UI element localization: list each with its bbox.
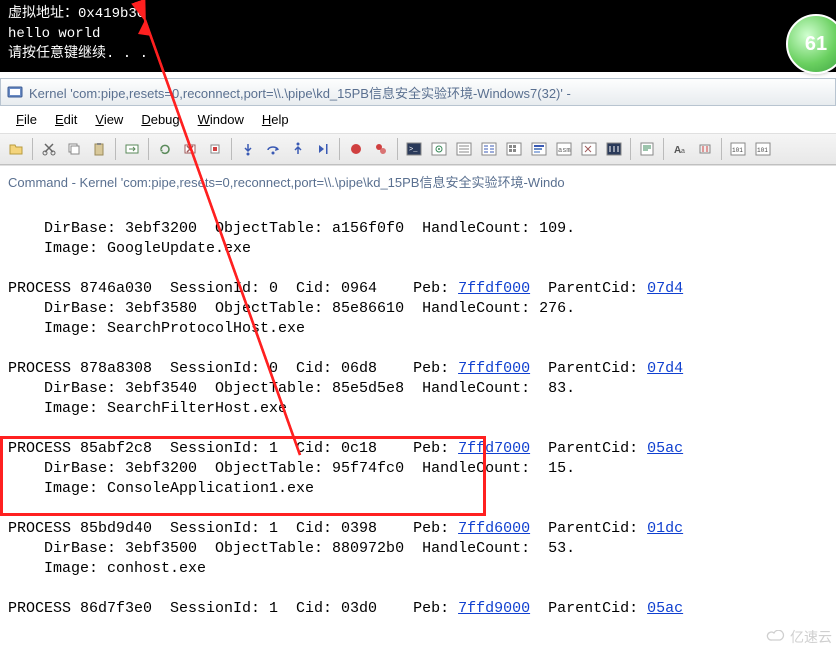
menu-edit[interactable]: Edit [47, 110, 85, 129]
out-line: Image: ConsoleApplication1.exe [8, 480, 314, 497]
binary2-icon[interactable]: 101 [751, 137, 775, 161]
parentcid-link[interactable]: 01dc [647, 520, 683, 537]
svg-text:a: a [681, 148, 685, 155]
toolbar-separator [721, 138, 722, 160]
break-icon[interactable] [203, 137, 227, 161]
copy-icon[interactable] [62, 137, 86, 161]
console-line: 请按任意键继续. . . [8, 44, 828, 64]
svg-text:101: 101 [757, 147, 768, 154]
out-line: DirBase: 3ebf3540 ObjectTable: 85e5d5e8 … [8, 380, 575, 397]
peb-link[interactable]: 7ffd9000 [458, 600, 530, 617]
toolbar-separator [663, 138, 664, 160]
menubar: File Edit View Debug Window Help [0, 106, 836, 134]
parentcid-link[interactable]: 05ac [647, 600, 683, 617]
out-line: DirBase: 3ebf3200 ObjectTable: a156f0f0 … [8, 220, 575, 237]
console-line: 虚拟地址：0x419b30 [8, 4, 828, 24]
memory-icon[interactable] [502, 137, 526, 161]
run-to-cursor-icon[interactable] [311, 137, 335, 161]
parentcid-link[interactable]: 07d4 [647, 280, 683, 297]
out-line: Image: GoogleUpdate.exe [8, 240, 251, 257]
parentcid-link[interactable]: 05ac [647, 440, 683, 457]
window-titlebar[interactable]: Kernel 'com:pipe,resets=0,reconnect,port… [0, 78, 836, 106]
peb-link[interactable]: 7ffdf000 [458, 360, 530, 377]
callstack-icon[interactable] [527, 137, 551, 161]
svg-text:>_: >_ [409, 146, 418, 154]
step-over-icon[interactable] [261, 137, 285, 161]
out-line: Image: SearchProtocolHost.exe [8, 320, 305, 337]
scratch-icon[interactable] [577, 137, 601, 161]
step-into-icon[interactable] [236, 137, 260, 161]
toolbar-separator [231, 138, 232, 160]
window-title: Kernel 'com:pipe,resets=0,reconnect,port… [29, 83, 571, 102]
svg-text:101: 101 [732, 147, 743, 154]
source-icon[interactable] [635, 137, 659, 161]
out-line: DirBase: 3ebf3200 ObjectTable: 95f74fc0 … [8, 460, 575, 477]
out-line: PROCESS 85abf2c8 SessionId: 1 Cid: 0c18 … [8, 440, 683, 457]
menu-file[interactable]: File [8, 110, 45, 129]
watermark: 亿速云 [766, 627, 832, 647]
threads-icon[interactable] [602, 137, 626, 161]
registers-icon[interactable] [477, 137, 501, 161]
menu-debug[interactable]: Debug [133, 110, 187, 129]
breakpoints-icon[interactable] [369, 137, 393, 161]
paste-icon[interactable] [87, 137, 111, 161]
out-line: DirBase: 3ebf3580 ObjectTable: 85e86610 … [8, 300, 575, 317]
out-line: DirBase: 3ebf3500 ObjectTable: 880972b0 … [8, 540, 575, 557]
cmd-window-icon[interactable]: >_ [402, 137, 426, 161]
svg-text:asm: asm [558, 147, 571, 155]
open-icon[interactable] [4, 137, 28, 161]
toolbar-separator [115, 138, 116, 160]
peb-link[interactable]: 7ffdf000 [458, 280, 530, 297]
toolbar-separator [339, 138, 340, 160]
breakpoint-icon[interactable] [344, 137, 368, 161]
app-icon [7, 84, 23, 100]
binary1-icon[interactable]: 101 [726, 137, 750, 161]
font-icon[interactable]: Aa [668, 137, 692, 161]
menu-view[interactable]: View [87, 110, 131, 129]
watch-icon[interactable] [427, 137, 451, 161]
disasm-icon[interactable]: asm [552, 137, 576, 161]
command-pane-title: Command - Kernel 'com:pipe,resets=0,reco… [0, 165, 836, 193]
stop-icon[interactable] [178, 137, 202, 161]
go-icon[interactable] [120, 137, 144, 161]
cut-icon[interactable] [37, 137, 61, 161]
step-out-icon[interactable] [286, 137, 310, 161]
console-line: hello world [8, 24, 828, 44]
restart-icon[interactable] [153, 137, 177, 161]
peb-link[interactable]: 7ffd6000 [458, 520, 530, 537]
out-line: Image: conhost.exe [8, 560, 206, 577]
options-icon[interactable] [693, 137, 717, 161]
parentcid-link[interactable]: 07d4 [647, 360, 683, 377]
out-line: Image: SearchFilterHost.exe [8, 400, 287, 417]
toolbar-separator [148, 138, 149, 160]
toolbar: >_ asm Aa 101 101 [0, 134, 836, 165]
out-line: PROCESS 8746a030 SessionId: 0 Cid: 0964 … [8, 280, 683, 297]
out-line: PROCESS 85bd9d40 SessionId: 1 Cid: 0398 … [8, 520, 683, 537]
out-line: PROCESS 878a8308 SessionId: 0 Cid: 06d8 … [8, 360, 683, 377]
peb-link[interactable]: 7ffd7000 [458, 440, 530, 457]
locals-icon[interactable] [452, 137, 476, 161]
toolbar-separator [630, 138, 631, 160]
out-line: PROCESS 86d7f3e0 SessionId: 1 Cid: 03d0 … [8, 600, 683, 617]
toolbar-separator [32, 138, 33, 160]
menu-help[interactable]: Help [254, 110, 297, 129]
command-output[interactable]: DirBase: 3ebf3200 ObjectTable: a156f0f0 … [0, 193, 836, 651]
toolbar-separator [397, 138, 398, 160]
menu-window[interactable]: Window [190, 110, 252, 129]
console-output: 虚拟地址：0x419b30 hello world 请按任意键继续. . . [0, 0, 836, 72]
